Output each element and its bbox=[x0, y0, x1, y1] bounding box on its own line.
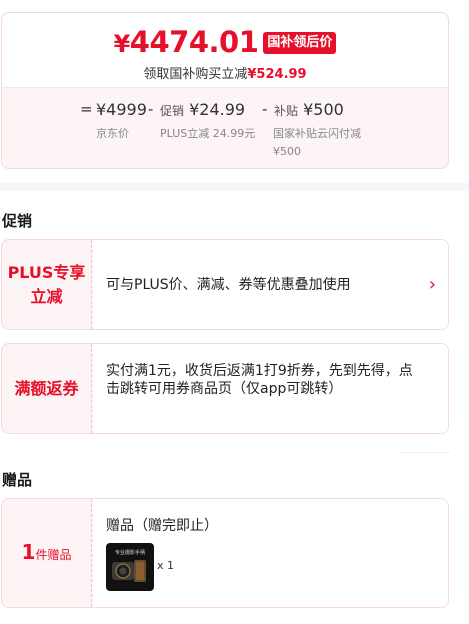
savings-line: 领取国补购买立减¥524.99 bbox=[2, 63, 448, 82]
final-price-value: 4474.01 bbox=[129, 25, 259, 59]
gift-thumbnail-caption: 专业摄影手柄 bbox=[114, 550, 145, 556]
final-price: ¥4474.01 bbox=[114, 25, 259, 61]
promo-prefix: 促销 bbox=[160, 104, 185, 118]
subsidy-price-badge: 国补领后价 bbox=[263, 32, 337, 54]
promo-discount-value: ¥24.99 bbox=[189, 100, 246, 119]
equals-sign: = bbox=[80, 100, 93, 118]
promo-plus-text: 可与PLUS价、满减、券等优惠叠加使用 bbox=[106, 277, 351, 293]
promo-coupon-text: 实付满1元，收货后返满1打9折券，先到先得，点击跳转可用券商品页（仅app可跳转… bbox=[106, 363, 413, 397]
subsidy-note: 国家补贴云闪付减 ¥500 bbox=[273, 125, 361, 161]
currency-symbol: ¥ bbox=[113, 30, 131, 58]
promo-coupon-body: 实付满1元，收货后返满1打9折券，先到先得，点击跳转可用券商品页（仅app可跳转… bbox=[93, 344, 448, 433]
subsidy-note-line2: ¥500 bbox=[273, 145, 301, 158]
chevron-right-icon[interactable]: › bbox=[429, 274, 436, 295]
promo-discount: 促销 ¥24.99 bbox=[160, 100, 245, 119]
promo-discount-note: PLUS立减 24.99元 bbox=[160, 127, 256, 140]
subsidy-note-line1: 国家补贴云闪付减 bbox=[273, 127, 361, 140]
subsidy-discount-value: ¥500 bbox=[303, 100, 344, 119]
savings-label: 领取国补购买立减 bbox=[143, 67, 248, 82]
promo-plus-card[interactable]: PLUS专享 立减 可与PLUS价、满减、券等优惠叠加使用 › bbox=[1, 239, 449, 330]
camera-grip-icon bbox=[112, 560, 146, 582]
minus-sign: - bbox=[262, 100, 268, 118]
promo-plus-body: 可与PLUS价、满减、券等优惠叠加使用 › bbox=[93, 240, 448, 329]
product-price-panel: ¥4474.01 国补领后价 领取国补购买立减¥524.99 = ¥4999 京… bbox=[0, 0, 469, 624]
base-price: ¥4999 bbox=[96, 100, 147, 119]
promo-coupon-tag: 满额返券 bbox=[2, 344, 92, 433]
gift-count-label: 件赠品 bbox=[35, 547, 72, 562]
section-separator bbox=[0, 183, 469, 191]
gift-thumbnail[interactable]: 专业摄影手柄 bbox=[106, 543, 154, 591]
gift-count-tag: 1件赠品 bbox=[2, 499, 92, 607]
promo-plus-tag-line2: 立减 bbox=[30, 286, 63, 306]
gift-body: 赠品（赠完即止） 专业摄影手柄 x 1 bbox=[93, 499, 448, 607]
final-price-area: ¥4474.01 国补领后价 领取国补购买立减¥524.99 bbox=[2, 13, 448, 87]
gift-item-title: 赠品（赠完即止） bbox=[106, 518, 218, 534]
subsidy-discount: 补贴 ¥500 bbox=[274, 100, 344, 119]
promotions-title: 促销 bbox=[2, 212, 33, 230]
price-summary-card: ¥4474.01 国补领后价 领取国补购买立减¥524.99 = ¥4999 京… bbox=[1, 12, 449, 169]
price-breakdown: = ¥4999 京东价 - 促销 ¥24.99 PLUS立减 24.99元 - … bbox=[2, 87, 448, 168]
base-price-note: 京东价 bbox=[96, 127, 129, 140]
promo-plus-tag-line1: PLUS专享 bbox=[7, 262, 86, 282]
gifts-title: 赠品 bbox=[2, 471, 33, 489]
gift-card[interactable]: 1件赠品 赠品（赠完即止） 专业摄影手柄 x 1 bbox=[1, 498, 449, 608]
minus-sign: - bbox=[148, 100, 154, 118]
divider bbox=[400, 452, 450, 453]
gift-count-number: 1 bbox=[21, 539, 36, 564]
final-price-line: ¥4474.01 国补领后价 bbox=[2, 25, 448, 61]
savings-amount: ¥524.99 bbox=[247, 67, 307, 82]
gift-quantity: x 1 bbox=[157, 559, 175, 572]
promo-plus-tag: PLUS专享 立减 bbox=[2, 240, 92, 329]
promo-coupon-card[interactable]: 满额返券 实付满1元，收货后返满1打9折券，先到先得，点击跳转可用券商品页（仅a… bbox=[1, 343, 449, 434]
subsidy-prefix: 补贴 bbox=[274, 104, 299, 118]
